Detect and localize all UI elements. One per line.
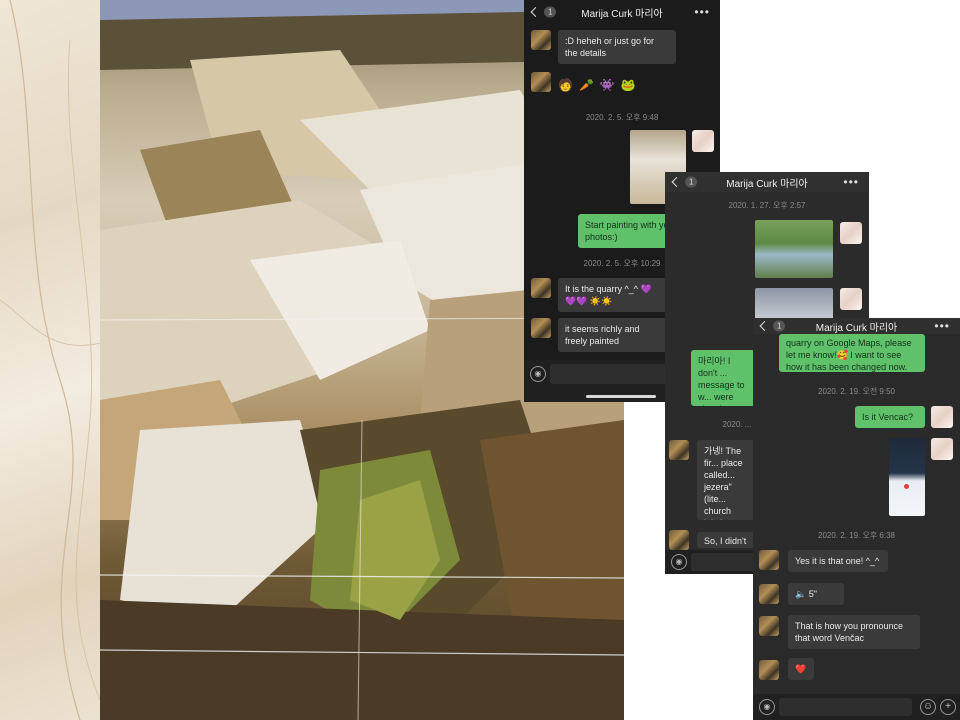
chevron-left-icon (759, 321, 770, 331)
voice-input-icon[interactable]: ◉ (671, 554, 687, 570)
emoji-icon[interactable]: ☺ (920, 699, 936, 715)
my-avatar (840, 222, 862, 244)
received-message: :D heheh or just go for the details (558, 30, 676, 64)
voice-input-icon[interactable]: ◉ (530, 366, 546, 382)
message-input[interactable] (550, 364, 672, 384)
chevron-left-icon (671, 177, 682, 187)
received-message: That is how you pronounce that word Venč… (788, 615, 920, 649)
avatar[interactable] (759, 550, 779, 570)
sent-message: quarry on Google Maps, please let me kno… (779, 334, 925, 372)
avatar[interactable] (759, 584, 779, 604)
home-indicator (586, 395, 656, 398)
sticker[interactable]: 🐸 (621, 78, 636, 92)
voice-input-icon[interactable]: ◉ (759, 699, 775, 715)
more-options-icon[interactable]: ••• (694, 5, 710, 19)
avatar[interactable] (531, 30, 551, 50)
sticker[interactable]: 🧑 (558, 78, 573, 92)
timestamp: 2020. 2. 5. 오후 9:48 (585, 113, 659, 122)
message-input[interactable] (779, 698, 912, 716)
unread-count-badge: 1 (544, 6, 557, 18)
received-message: it seems richly and freely painted (558, 318, 668, 352)
unread-count-badge: 1 (685, 176, 698, 188)
avatar[interactable] (531, 278, 551, 298)
voice-message[interactable]: 🔈 5" (788, 583, 844, 605)
sent-message: Is it Vencac? (855, 406, 925, 428)
avatar[interactable] (531, 72, 551, 92)
back-button[interactable]: 1 (671, 176, 698, 188)
avatar[interactable] (669, 530, 689, 550)
plus-icon[interactable]: + (940, 699, 956, 715)
my-avatar (931, 406, 953, 428)
unread-count-badge: 1 (773, 320, 786, 332)
sent-photo-thumbnail[interactable] (755, 220, 833, 278)
chevron-left-icon (530, 7, 541, 17)
avatar[interactable] (759, 616, 779, 636)
my-avatar (692, 130, 714, 152)
chat-header: 1 Marija Curk 마리아 ••• (665, 172, 869, 192)
sticker-row: 🧑 🥕 👾 🐸 (558, 78, 636, 92)
chat-title: Marija Curk 마리아 (726, 178, 808, 190)
back-button[interactable]: 1 (530, 6, 557, 18)
chat-header: 1 Marija Curk 마리아 ••• (524, 0, 720, 24)
back-button[interactable]: 1 (759, 320, 786, 332)
chat-window-3: 1 Marija Curk 마리아 ••• quarry on Google M… (753, 318, 960, 720)
chat-header: 1 Marija Curk 마리아 ••• (753, 318, 960, 334)
received-message: Yes it is that one! ^_^ (788, 550, 888, 572)
my-avatar (840, 288, 862, 310)
timestamp: 2020. 1. 27. 오후 2:57 (728, 201, 806, 210)
chat-title: Marija Curk 마리아 (815, 322, 898, 334)
timestamp: 2020. 2. 19. 오후 6:38 (818, 531, 895, 540)
avatar[interactable] (531, 318, 551, 338)
heart-emoji-message: ❤️ (788, 658, 814, 680)
map-pin-icon (904, 484, 909, 489)
chat-title: Marija Curk 마리아 (581, 8, 663, 20)
marble-background (0, 0, 112, 720)
avatar[interactable] (759, 660, 779, 680)
received-message: 가넹! The fir... place called... jezera" (… (697, 440, 755, 520)
sticker[interactable]: 🥕 (579, 78, 594, 92)
sent-message: 마리아! I don't ... message to w... were sl… (691, 350, 755, 406)
timestamp: 2020. 2. 19. 오전 9:50 (818, 387, 895, 396)
received-message: It is the quarry ^_^ 💜💜💜 ☀️☀️ (558, 278, 668, 312)
input-bar: ◉ ☺ + (753, 694, 960, 720)
received-message: So, I didn't ... (697, 532, 755, 548)
my-avatar (931, 438, 953, 460)
more-options-icon[interactable]: ••• (934, 319, 950, 333)
sent-photo-thumbnail[interactable] (755, 288, 833, 320)
map-screenshot-thumbnail[interactable] (889, 438, 925, 516)
sticker[interactable]: 👾 (600, 78, 615, 92)
avatar[interactable] (669, 440, 689, 460)
more-options-icon[interactable]: ••• (843, 175, 859, 189)
